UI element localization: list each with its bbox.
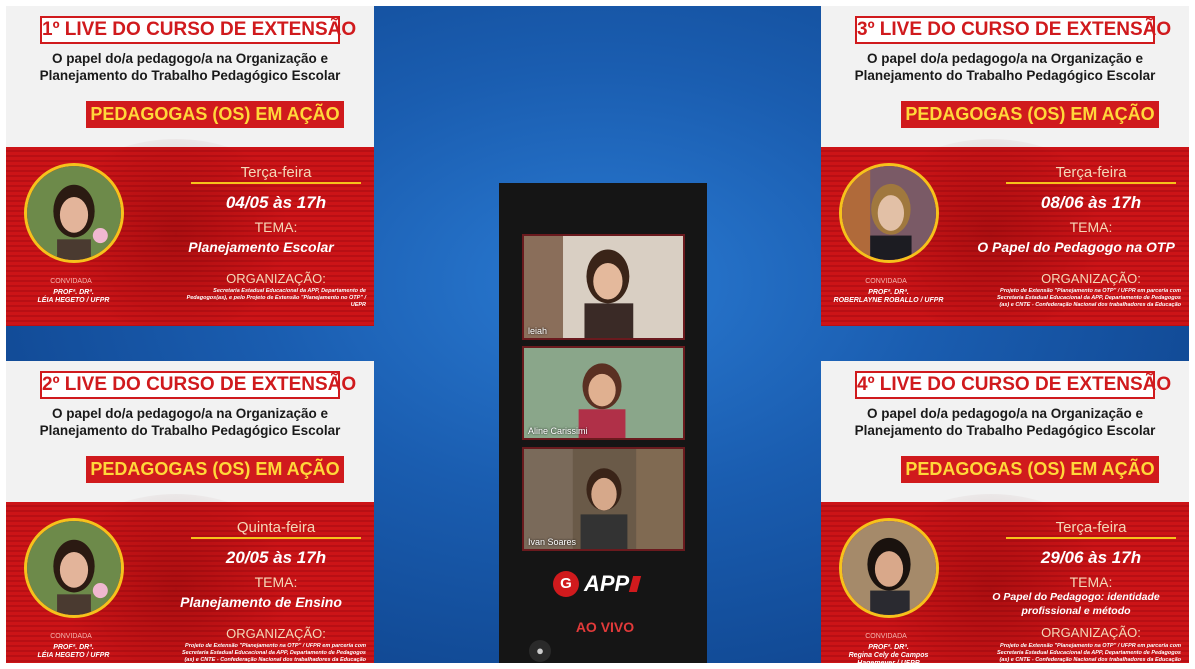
poster-subtitle: O papel do/a pedagogo/a na Organização e… [854,406,1156,438]
org-text: Projeto de Extensão "Planejamento na OTP… [996,643,1181,663]
stream-background: 1º LIVE DO CURSO DE EXTENSÃO O papel do/… [6,6,1189,663]
app-logo: G APP [553,570,653,600]
participant-name: Aline Carissimi [528,426,588,436]
guest-photo [24,518,124,618]
org-label: ORGANIZAÇÃO: [226,271,326,286]
poster-subtitle: O papel do/a pedagogo/a na Organização e… [39,51,341,83]
guest-photo [839,518,939,618]
org-label: ORGANIZAÇÃO: [226,626,326,641]
poster-day: Quinta-feira [236,519,316,536]
guest-photo [839,163,939,263]
live-poster-3: 3º LIVE DO CURSO DE EXTENSÃO O papel do/… [821,6,1189,326]
tema-label: TEMA: [1069,219,1113,235]
tema-value: Planejamento Escolar [188,239,334,255]
guest-label: CONVIDADA [865,633,907,640]
user-icon[interactable]: ● [529,640,551,662]
guest-label: CONVIDADA [865,278,907,285]
live-poster-4: 4º LIVE DO CURSO DE EXTENSÃO O papel do/… [821,361,1189,663]
tema-value: Planejamento de Ensino [180,594,342,610]
tema-label: TEMA: [254,574,298,590]
divider [191,537,361,539]
guest-photo [24,163,124,263]
live-poster-1: 1º LIVE DO CURSO DE EXTENSÃO O papel do/… [6,6,374,326]
tema-label: TEMA: [1069,574,1113,590]
guest-name: PROFª. DRª. LÉIA HEGETO / UFPR [37,644,110,659]
tema-value: O Papel do Pedagogo na OTP [977,239,1175,255]
poster-band: PEDAGOGAS (OS) EM AÇÃO [901,456,1159,483]
live-badge: AO VIVO [575,619,635,635]
poster-date: 08/06 às 17h [1040,193,1142,212]
divider [191,182,361,184]
video-tile-3[interactable]: Ivan Soares [522,447,685,551]
video-tile-2[interactable]: Aline Carissimi [522,346,685,440]
org-text: Projeto de Extensão "Planejamento na OTP… [181,643,366,663]
poster-day: Terça-feira [1055,164,1127,181]
guest-name: PROFª. DRª. Regina Cely de Campos Hageme… [848,644,929,663]
divider [1006,537,1176,539]
tema-value: O Papel do Pedagogo: identidade profissi… [992,591,1160,617]
participant-name: leiah [528,326,548,336]
tema-label: TEMA: [254,219,298,235]
participant-name: Ivan Soares [528,537,577,547]
poster-date: 04/05 às 17h [225,193,327,212]
video-tile-1[interactable]: leiah [522,234,685,340]
poster-band: PEDAGOGAS (OS) EM AÇÃO [86,456,344,483]
poster-date: 29/06 às 17h [1040,548,1142,567]
poster-title: 3º LIVE DO CURSO DE EXTENSÃO [855,16,1171,44]
guest-label: CONVIDADA [50,633,92,640]
guest-name: PROFª. DRª. ROBERLAYNE ROBALLO / UFPR [833,289,944,304]
org-label: ORGANIZAÇÃO: [1041,271,1141,286]
poster-title: 4º LIVE DO CURSO DE EXTENSÃO [855,371,1171,399]
poster-subtitle: O papel do/a pedagogo/a na Organização e… [39,406,341,438]
app-sindicato-logo-icon: G [553,571,579,598]
poster-title: 2º LIVE DO CURSO DE EXTENSÃO [40,371,356,399]
org-text: Secretaria Estadual Educacional da APP, … [186,288,366,308]
poster-band: PEDAGOGAS (OS) EM AÇÃO [86,101,344,128]
live-stream-phone: leiah Aline Carissimi Ivan Soares G APP A… [499,183,707,663]
poster-subtitle: O papel do/a pedagogo/a na Organização e… [854,51,1156,83]
poster-title: 1º LIVE DO CURSO DE EXTENSÃO [40,16,356,44]
poster-band: PEDAGOGAS (OS) EM AÇÃO [901,101,1159,128]
poster-day: Terça-feira [1055,519,1127,536]
poster-date: 20/05 às 17h [225,548,327,567]
live-poster-2: 2º LIVE DO CURSO DE EXTENSÃO O papel do/… [6,361,374,663]
guest-name: PROFª. DRª. LÉIA HEGETO / UFPR [37,289,110,304]
poster-day: Terça-feira [240,164,312,181]
org-label: ORGANIZAÇÃO: [1041,625,1141,640]
guest-label: CONVIDADA [50,278,92,285]
org-text: Projeto de Extensão "Planejamento na OTP… [996,288,1181,308]
divider [1006,182,1176,184]
